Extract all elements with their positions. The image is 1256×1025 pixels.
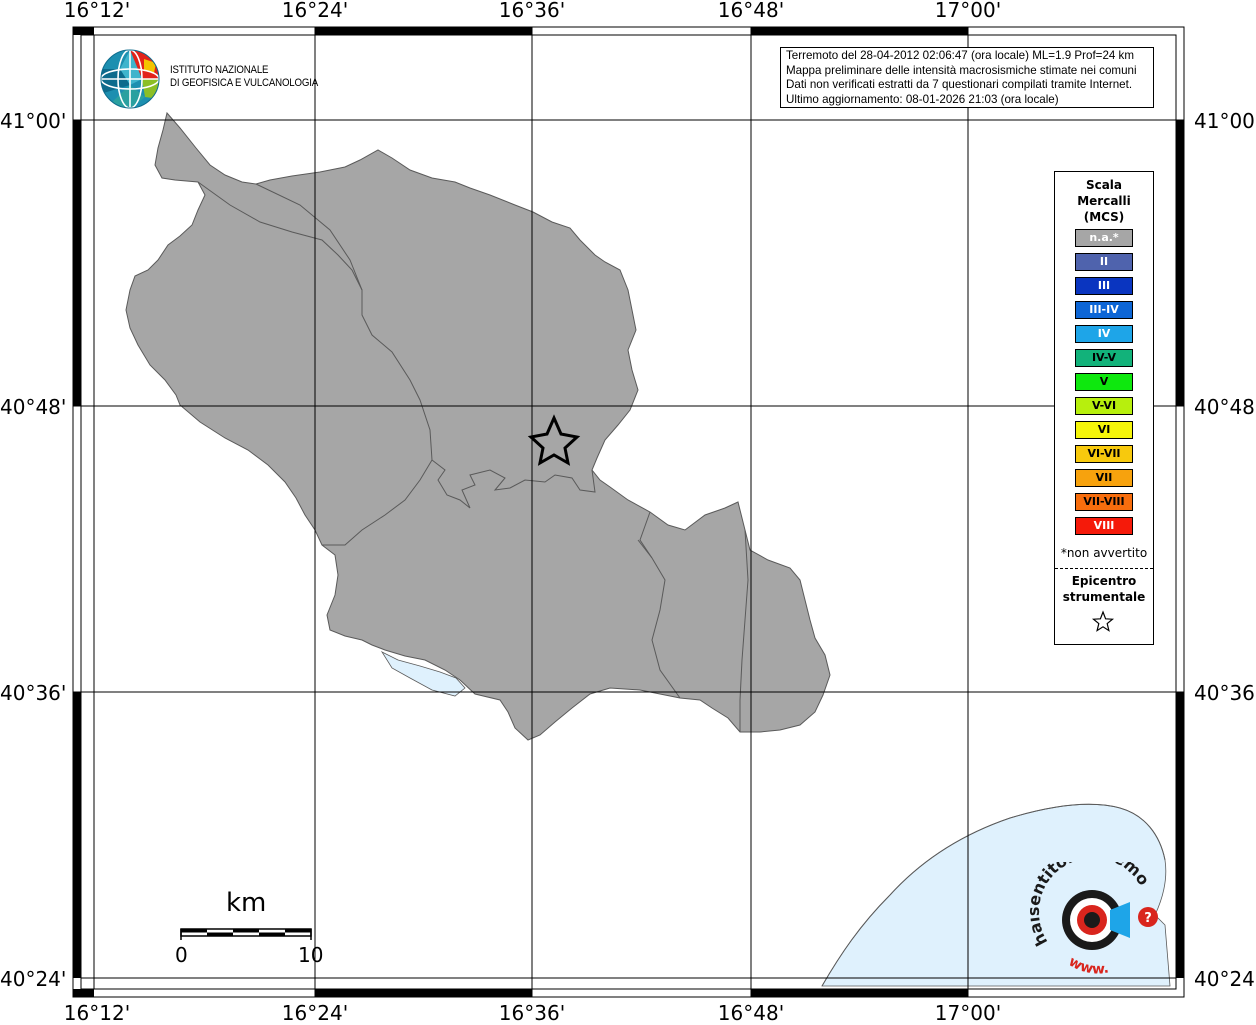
- legend-swatch-7: V-VI: [1075, 397, 1133, 415]
- legend-swatch-8: VI: [1075, 421, 1133, 439]
- scale-bar-start: 0: [175, 943, 188, 967]
- lon-label-bottom-3: 16°36': [498, 1001, 566, 1025]
- lat-label-right-4: 40°24': [1194, 967, 1256, 991]
- legend-epicenter-label: Epicentro strumentale: [1055, 573, 1153, 605]
- legend-swatch-9: VI-VII: [1075, 445, 1133, 463]
- lon-label-bottom-2: 16°24': [281, 1001, 349, 1025]
- legend-swatch-11: VII-VIII: [1075, 493, 1133, 511]
- legend-title: Scala Mercalli (MCS): [1055, 177, 1153, 225]
- legend-swatch-10: VII: [1075, 469, 1133, 487]
- lat-label-right-1: 41°00': [1194, 109, 1256, 133]
- legend-swatch-2: III: [1075, 277, 1133, 295]
- province-area: [125, 111, 831, 741]
- legend-title-line3: (MCS): [1083, 210, 1125, 224]
- legend-swatch-5: IV-V: [1075, 349, 1133, 367]
- legend-title-line1: Scala: [1085, 178, 1123, 192]
- event-info-line1: Terremoto del 28-04-2012 02:06:47 (ora l…: [786, 49, 1135, 62]
- lat-label-left-2: 40°48': [0, 395, 67, 419]
- legend-epicenter-line1: Epicentro: [1071, 574, 1137, 588]
- event-info-line2: Mappa preliminare delle intensità macros…: [786, 63, 1137, 77]
- hst-logo-www: www.: [1066, 954, 1110, 978]
- ingv-name-line2: DI GEOFISICA E VULCANOLOGIA: [170, 77, 319, 89]
- event-info-line3: Dati non verificati estratti da 7 questi…: [786, 78, 1133, 91]
- legend-divider: [1055, 568, 1153, 569]
- star-outline-icon: [1091, 610, 1115, 632]
- lat-label-left-3: 40°36': [0, 681, 67, 705]
- legend-title-line2: Mercalli: [1077, 194, 1131, 208]
- scale-bar-unit: km: [226, 888, 267, 918]
- ingv-name-line1: ISTITUTO NAZIONALE: [170, 64, 269, 76]
- lat-label-right-3: 40°36': [1194, 681, 1256, 705]
- lon-label-bottom-4: 16°48': [717, 1001, 785, 1025]
- legend-swatch-12: VIII: [1075, 517, 1133, 535]
- legend-swatch-4: IV: [1075, 325, 1133, 343]
- svg-text:?: ?: [1144, 911, 1152, 926]
- lon-label-top-5: 17°00': [934, 0, 1002, 22]
- target-logo-icon: ? haisentitoilterremoto.it www.: [1030, 862, 1158, 978]
- event-info-line4: Ultimo aggiornamento: 08-01-2026 21:03 (…: [786, 92, 1059, 106]
- legend-swatch-0: n.a.*: [1075, 229, 1133, 247]
- lon-label-bottom-5: 17°00': [934, 1001, 1002, 1025]
- legend-swatch-3: III-IV: [1075, 301, 1133, 319]
- scale-bar-end: 10: [298, 943, 324, 967]
- ingv-name: ISTITUTO NAZIONALE DI GEOFISICA E VULCAN…: [170, 64, 318, 90]
- lon-label-top-1: 16°12': [63, 0, 131, 22]
- lon-label-top-2: 16°24': [281, 0, 349, 22]
- lon-label-top-3: 16°36': [498, 0, 566, 22]
- lat-label-left-4: 40°24': [0, 967, 67, 991]
- legend-swatch-6: V: [1075, 373, 1133, 391]
- lat-label-right-2: 40°48': [1194, 395, 1256, 419]
- lat-label-left-1: 41°00': [0, 109, 67, 133]
- legend-note: *non avvertito: [1060, 546, 1148, 560]
- lon-label-bottom-1: 16°12': [63, 1001, 131, 1025]
- scale-bar: [180, 928, 312, 940]
- event-info-box: Terremoto del 28-04-2012 02:06:47 (ora l…: [780, 47, 1154, 108]
- legend-epicenter-line2: strumentale: [1062, 590, 1146, 604]
- legend-swatch-1: II: [1075, 253, 1133, 271]
- intensity-legend: Scala Mercalli (MCS) n.a.* II III III-IV IV I…: [1054, 171, 1154, 645]
- lon-label-top-4: 16°48': [717, 0, 785, 22]
